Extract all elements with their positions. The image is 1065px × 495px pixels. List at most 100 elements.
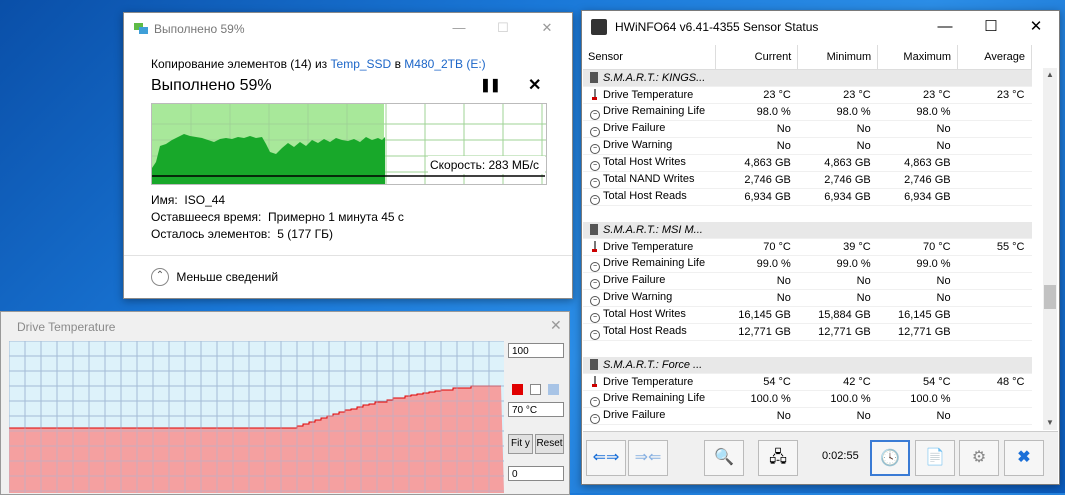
add-report-icon[interactable]: 📄 [915, 440, 955, 476]
copy-icon [134, 23, 148, 34]
pause-button[interactable]: ❚❚ [480, 77, 501, 93]
destination-link[interactable]: M480_2TB (E:) [404, 57, 485, 71]
sensor-current-value: 99.0 % [715, 255, 798, 273]
sensor-minimum-value: 100.0 % [797, 390, 878, 408]
spacer-row [583, 206, 1032, 223]
sensor-row[interactable]: − Drive Remaining Life 99.0 % 99.0 % 99.0 % [583, 255, 1032, 273]
sensor-row[interactable]: − Total Host Reads 6,934 GB 6,934 GB 6,934 G… [583, 188, 1032, 206]
maximize-button[interactable]: ☐ [968, 16, 1014, 38]
sensor-current-value: 6,934 GB [715, 188, 798, 206]
column-header[interactable]: Maximum [877, 45, 959, 70]
name-value: ISO_44 [184, 193, 226, 207]
sensor-name: Drive Warning [603, 290, 673, 303]
group-label: S.M.A.R.T.: MSI M... [603, 224, 703, 236]
sensor-row[interactable]: − Drive Failure No No No [583, 120, 1032, 138]
sensor-name-cell: Drive Temperature [583, 373, 716, 391]
sensor-name: Total Host Writes [603, 155, 686, 168]
name-label: Имя: [151, 193, 178, 207]
title-bar: HWiNFO64 v6.41-4355 Sensor Status — ☐ ✕ [582, 11, 1059, 44]
sensor-average-value [957, 323, 1032, 341]
hwinfo-sensor-window: HWiNFO64 v6.41-4355 Sensor Status — ☐ ✕ … [581, 10, 1060, 485]
sensor-group-row[interactable]: S.M.A.R.T.: KINGS... [583, 69, 1032, 87]
gear-icon[interactable]: ⚙ [959, 440, 999, 476]
expand-arrows-icon[interactable]: ⇐⇒ [586, 440, 626, 476]
source-link[interactable]: Temp_SSD [331, 57, 392, 71]
spacer-row [583, 341, 1032, 358]
vertical-scrollbar[interactable]: ▲ ▼ [1043, 68, 1057, 430]
sensor-row[interactable]: − Total Host Reads 12,771 GB 12,771 GB 12,77… [583, 323, 1032, 341]
min-value-field[interactable]: 0 [508, 466, 564, 481]
column-header[interactable]: Current [715, 45, 799, 70]
sensor-row[interactable]: − Total Host Writes 4,863 GB 4,863 GB 4,863 … [583, 154, 1032, 172]
sensor-name: Drive Temperature [603, 241, 694, 253]
sensor-name-cell: − Drive Failure [583, 272, 716, 290]
sensor-average-value [957, 407, 1032, 425]
sensor-row[interactable]: − Drive Failure No No No [583, 272, 1032, 290]
sensor-row[interactable]: − Total Host Writes 16,145 GB 15,884 GB 16,1… [583, 306, 1032, 324]
sensor-group-row[interactable]: S.M.A.R.T.: MSI M... [583, 222, 1032, 239]
sensor-name: Drive Remaining Life [603, 104, 706, 117]
line-color-swatch[interactable] [512, 384, 523, 395]
monitor-search-icon[interactable]: 🔍 [704, 440, 744, 476]
sensor-name-cell: − Drive Warning [583, 137, 716, 155]
scroll-down-icon[interactable]: ▼ [1046, 418, 1054, 427]
sensor-minimum-value: 12,771 GB [797, 323, 878, 341]
thermometer-icon [592, 241, 597, 252]
sensor-row[interactable]: Drive Temperature 54 °C 42 °C 54 °C 48 °C [583, 373, 1032, 391]
collapse-arrows-icon[interactable]: ⇒⇐ [628, 440, 668, 476]
close-window-button[interactable]: ✕ [550, 317, 562, 334]
minimize-button[interactable]: — [922, 16, 968, 38]
sensor-name-cell: − Total NAND Writes [583, 171, 716, 189]
sensor-name-cell: − Total Host Reads [583, 323, 716, 341]
sensor-row[interactable]: − Drive Remaining Life 100.0 % 100.0 % 100.0… [583, 390, 1032, 408]
sensor-row[interactable]: − Drive Remaining Life 98.0 % 98.0 % 98.0 % [583, 103, 1032, 121]
current-value-field: 70 °C [508, 402, 564, 417]
sensor-row[interactable]: − Total NAND Writes 2,746 GB 2,746 GB 2,746 … [583, 171, 1032, 189]
sensor-row[interactable]: − Drive Warning No No No [583, 137, 1032, 155]
network-computers-icon[interactable]: 🖧 [758, 440, 798, 476]
column-header[interactable]: Sensor [583, 45, 717, 70]
thermometer-icon [592, 376, 597, 387]
sensor-maximum-value: 4,863 GB [877, 154, 958, 172]
fit-y-button[interactable]: Fit y [508, 434, 533, 454]
sensor-row[interactable]: Drive Temperature 23 °C 23 °C 23 °C 23 °C [583, 86, 1032, 104]
gauge-icon: − [590, 160, 600, 171]
sensor-average-value [957, 306, 1032, 324]
clock-icon[interactable]: 🕓 [870, 440, 910, 476]
gauge-icon: − [590, 278, 600, 289]
items-value: 5 (177 ГБ) [277, 227, 334, 241]
scroll-up-icon[interactable]: ▲ [1046, 70, 1054, 79]
sensor-row[interactable]: Drive Temperature 70 °C 39 °C 70 °C 55 °C [583, 238, 1032, 256]
sensor-current-value: 100.0 % [715, 390, 798, 408]
bg-color-swatch[interactable] [530, 384, 541, 395]
sensor-current-value: 54 °C [715, 373, 798, 391]
sensor-minimum-value: 98.0 % [797, 103, 878, 121]
close-window-button[interactable]: ✕ [1013, 16, 1059, 38]
sensor-name: Drive Temperature [603, 89, 694, 101]
sensor-name-cell: − Total Host Writes [583, 154, 716, 172]
cancel-copy-button[interactable]: ✕ [528, 75, 541, 95]
sensor-current-value: 12,771 GB [715, 323, 798, 341]
maximize-button[interactable]: ☐ [480, 17, 526, 39]
group-empty-cell [715, 222, 798, 239]
sensor-current-value: 70 °C [715, 238, 798, 256]
close-window-button[interactable]: ✕ [524, 17, 570, 39]
sensor-group-row[interactable]: S.M.A.R.T.: Force ... [583, 357, 1032, 374]
close-icon[interactable]: ✖ [1004, 440, 1044, 476]
reset-button[interactable]: Reset [535, 434, 564, 454]
gauge-icon: − [590, 109, 600, 120]
column-header[interactable]: Minimum [797, 45, 879, 70]
max-value-field[interactable]: 100 [508, 343, 564, 358]
group-empty-cell [797, 69, 878, 87]
minimize-button[interactable]: — [436, 17, 482, 39]
column-header[interactable]: Average [957, 45, 1032, 70]
scroll-thumb[interactable] [1044, 285, 1056, 309]
sensor-row[interactable]: − Drive Warning No No No [583, 289, 1032, 307]
grid-color-swatch[interactable] [548, 384, 559, 395]
drive-temperature-graph-window: Drive Temperature ✕ 100 70 °C Fit y Rese… [0, 311, 570, 495]
time-label: Оставшееся время: [151, 210, 262, 224]
sensor-name: Drive Failure [603, 273, 666, 286]
sensor-average-value: 23 °C [957, 86, 1032, 104]
sensor-row[interactable]: − Drive Failure No No No [583, 407, 1032, 425]
less-details-toggle[interactable]: ⌃ Меньше сведений [151, 268, 278, 286]
